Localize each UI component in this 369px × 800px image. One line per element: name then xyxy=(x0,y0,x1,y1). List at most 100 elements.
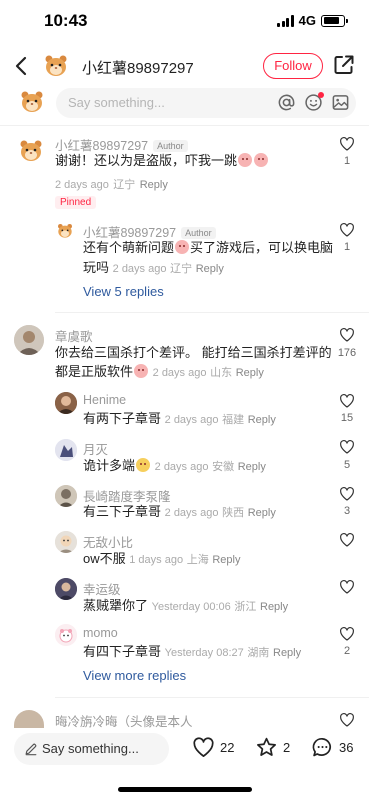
my-avatar xyxy=(20,90,44,114)
reply-button[interactable]: Reply xyxy=(212,554,240,566)
comment-text: 都是正版软件 2 days ago 山东 Reply xyxy=(55,364,264,379)
comment-input[interactable]: Say something... xyxy=(56,88,356,118)
heart-icon xyxy=(340,713,354,727)
reply-button[interactable]: Reply xyxy=(140,179,168,191)
emoji-sticker-icon xyxy=(175,240,190,254)
avatar[interactable] xyxy=(44,54,68,78)
avatar[interactable] xyxy=(55,439,77,461)
heart-icon xyxy=(340,328,354,342)
user-photo-icon xyxy=(55,624,77,646)
view-replies-link[interactable]: View 5 replies xyxy=(83,284,164,299)
like-post-button[interactable]: 22 xyxy=(192,736,234,759)
reply-text: 有四下子章哥 Yesterday 08:27 湖南 Reply xyxy=(83,644,302,659)
reply-button[interactable]: Reply xyxy=(248,414,276,426)
heart-icon xyxy=(340,137,354,151)
user-photo-icon xyxy=(14,325,44,355)
back-button[interactable] xyxy=(10,52,34,80)
view-more-replies-link[interactable]: View more replies xyxy=(83,668,186,683)
bottom-comment-input[interactable]: Say something... xyxy=(14,733,169,765)
avatar[interactable] xyxy=(55,531,77,553)
heart-icon xyxy=(340,580,354,594)
avatar[interactable] xyxy=(55,392,77,414)
status-time: 10:43 xyxy=(44,11,88,30)
reply-button[interactable]: Reply xyxy=(236,367,264,379)
comment-bar: Say something... xyxy=(0,88,369,118)
user-photo-icon xyxy=(55,485,77,507)
heart-icon xyxy=(193,737,214,757)
comment-tools xyxy=(277,92,350,112)
heart-icon xyxy=(340,394,354,408)
divider xyxy=(55,697,369,698)
like-button[interactable] xyxy=(339,712,355,728)
comment-meta: 2 days ago 辽宁 Reply xyxy=(55,179,168,191)
like-count: 3 xyxy=(343,505,351,517)
image-icon xyxy=(332,95,349,110)
favorite-button[interactable]: 2 xyxy=(255,736,290,759)
comment-text: 谢谢！还以为是盗版，吓我一跳 xyxy=(55,151,269,171)
like-button[interactable] xyxy=(339,579,355,595)
bottom-bar: Say something... 22 2 36 xyxy=(0,728,369,772)
favorite-count: 2 xyxy=(283,740,291,755)
avatar[interactable] xyxy=(14,325,44,355)
header: 小红薯89897297 Follow xyxy=(0,48,369,84)
avatar[interactable] xyxy=(55,578,77,600)
like-button[interactable] xyxy=(339,327,355,343)
user-photo-icon xyxy=(55,531,77,553)
like-button[interactable] xyxy=(339,439,355,455)
emoji-sticker-icon xyxy=(238,153,253,167)
mention-button[interactable] xyxy=(277,93,296,112)
avatar[interactable] xyxy=(19,139,43,163)
hamster-avatar-icon xyxy=(45,55,67,76)
like-button[interactable] xyxy=(339,136,355,152)
chat-bubble-icon xyxy=(312,738,332,757)
like-count: 176 xyxy=(337,347,357,359)
home-indicator[interactable] xyxy=(118,787,252,792)
like-button[interactable] xyxy=(339,486,355,502)
reply-button[interactable]: Reply xyxy=(238,461,266,473)
heart-icon xyxy=(340,223,354,237)
like-count: 1 xyxy=(343,241,351,253)
emoji-sticker-icon xyxy=(136,458,151,472)
reply-button[interactable]: Reply xyxy=(273,647,301,659)
pinned-badge: Pinned xyxy=(55,196,97,209)
divider xyxy=(0,125,369,126)
pencil-icon xyxy=(25,743,37,756)
reply-author[interactable]: Henime xyxy=(83,393,126,407)
reply-text: 还有个萌新问题 买了游戏后，可以换电脑 xyxy=(83,240,334,255)
reply-button[interactable]: Reply xyxy=(196,263,224,275)
like-count: 15 xyxy=(340,412,354,424)
status-icons: 4G xyxy=(277,13,348,28)
like-button[interactable] xyxy=(339,532,355,548)
like-count: 2 xyxy=(343,645,351,657)
avatar[interactable] xyxy=(57,223,73,239)
reply-button[interactable]: Reply xyxy=(248,507,276,519)
heart-icon xyxy=(340,627,354,641)
like-button[interactable] xyxy=(339,393,355,409)
heart-icon xyxy=(340,487,354,501)
avatar[interactable] xyxy=(14,710,44,728)
reply-button[interactable]: Reply xyxy=(260,601,288,613)
image-button[interactable] xyxy=(331,93,350,112)
bottom-comment-placeholder: Say something... xyxy=(42,741,139,756)
reply-text: 有三下子章哥 2 days ago 陕西 Reply xyxy=(83,504,276,519)
at-icon xyxy=(278,94,295,111)
battery-icon xyxy=(321,14,348,27)
follow-button[interactable]: Follow xyxy=(263,53,323,79)
share-button[interactable] xyxy=(333,54,355,76)
comments-button[interactable]: 36 xyxy=(311,736,353,759)
reply-text: 诡计多端 2 days ago 安徽 Reply xyxy=(83,458,266,473)
avatar[interactable] xyxy=(55,624,77,646)
hamster-avatar-icon xyxy=(20,140,42,161)
emoji-button[interactable] xyxy=(304,92,324,112)
emoji-sticker-icon xyxy=(134,364,149,378)
reply-text: 玩吗 2 days ago 辽宁 Reply xyxy=(83,260,224,275)
user-photo-icon xyxy=(55,578,77,600)
post-like-count: 22 xyxy=(220,740,235,755)
like-count: 5 xyxy=(343,459,351,471)
avatar[interactable] xyxy=(55,485,77,507)
like-button[interactable] xyxy=(339,222,355,238)
like-button[interactable] xyxy=(339,626,355,642)
reply-text: ow不服 1 days ago 上海 Reply xyxy=(83,551,241,566)
divider xyxy=(55,312,369,313)
reply-author[interactable]: momo xyxy=(83,626,118,640)
